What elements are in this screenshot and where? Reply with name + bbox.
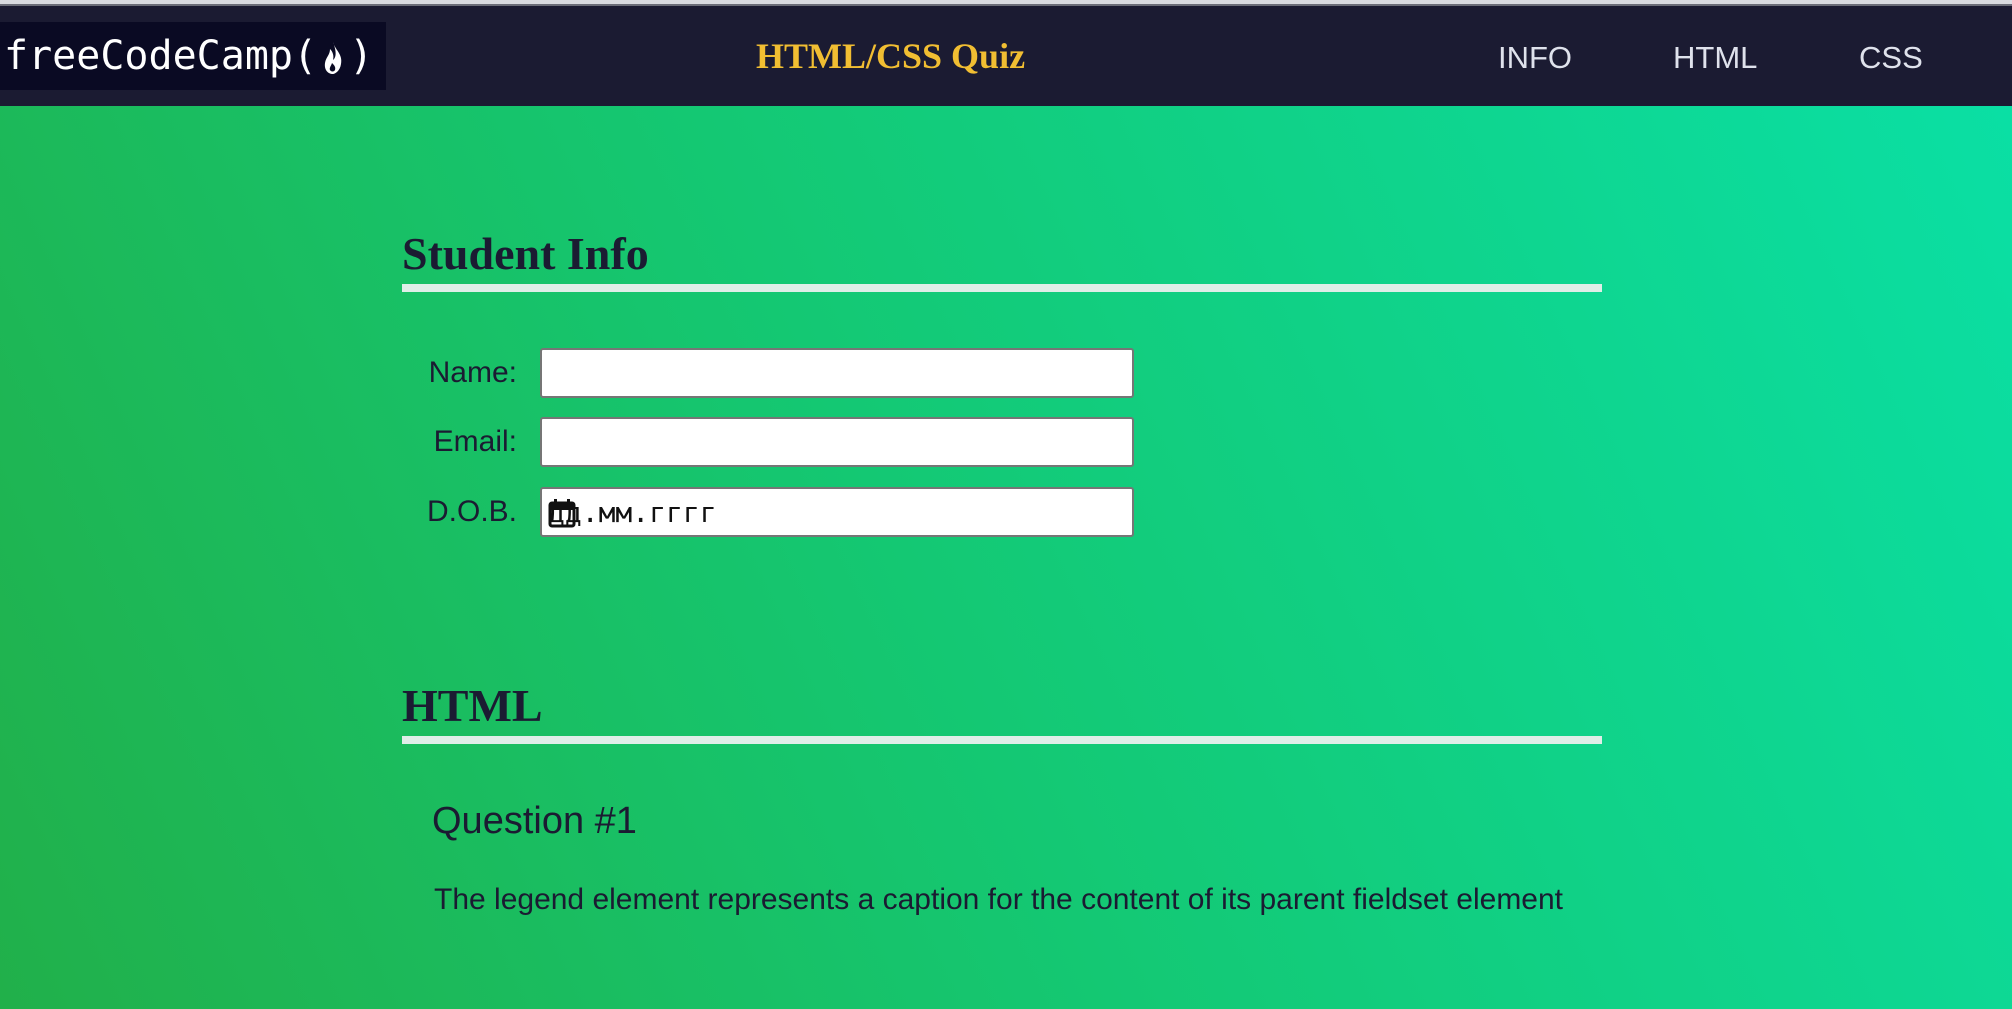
dob-date-input[interactable]: дд.мм.гггг bbox=[540, 487, 1134, 537]
name-label: Name: bbox=[428, 356, 517, 389]
dob-label: D.O.B. bbox=[426, 495, 517, 528]
site-header: freeCodeCamp() HTML/CSS Quiz INFO HTML C… bbox=[0, 6, 2012, 106]
email-row: Email: bbox=[402, 417, 1162, 467]
main-nav: INFO HTML CSS bbox=[0, 6, 2012, 106]
name-row: Name: bbox=[402, 348, 1162, 398]
section-divider bbox=[402, 284, 1602, 292]
question-title: Question #1 bbox=[432, 800, 637, 842]
student-info-section: Student Info Name: Email: D.O.B. дд.мм.г… bbox=[402, 226, 1602, 626]
html-section: HTML Question #1 The legend element repr… bbox=[402, 678, 1602, 1009]
html-section-heading: HTML bbox=[402, 680, 543, 731]
dob-row: D.O.B. дд.мм.гггг bbox=[402, 487, 1162, 537]
calendar-icon[interactable] bbox=[548, 498, 1124, 535]
student-info-heading: Student Info bbox=[402, 228, 649, 279]
nav-link-info[interactable]: INFO bbox=[1498, 38, 1572, 78]
nav-link-html[interactable]: HTML bbox=[1673, 38, 1757, 78]
section-divider bbox=[402, 736, 1602, 744]
email-label: Email: bbox=[433, 425, 517, 458]
nav-link-css[interactable]: CSS bbox=[1859, 38, 1923, 78]
email-input[interactable] bbox=[540, 417, 1134, 467]
name-input[interactable] bbox=[540, 348, 1134, 398]
question-text: The legend element represents a caption … bbox=[434, 883, 1564, 916]
